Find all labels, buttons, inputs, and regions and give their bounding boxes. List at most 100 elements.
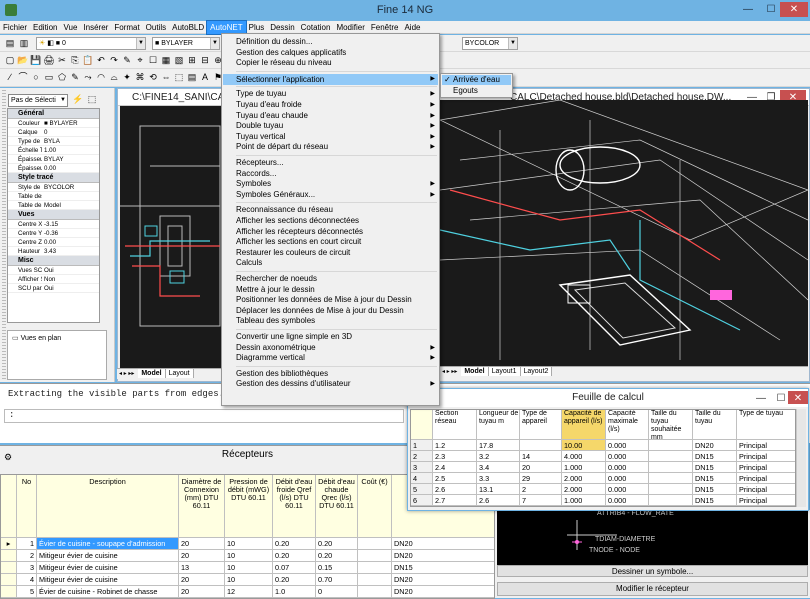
command-input[interactable]: : bbox=[4, 409, 404, 423]
tool-icon[interactable]: 📂 bbox=[17, 54, 29, 66]
property-row[interactable]: Vues SCU...Oui bbox=[8, 266, 99, 275]
tab-nav-icon[interactable]: ◂ ▸ ▸▸ bbox=[117, 371, 136, 377]
sheet-close-button[interactable]: ✕ bbox=[788, 391, 808, 404]
tool-icon[interactable]: ☐ bbox=[147, 54, 159, 66]
property-row[interactable]: Table de...Model bbox=[8, 201, 99, 210]
close-button[interactable]: ✕ bbox=[780, 2, 808, 17]
table-cell[interactable]: 2.3 bbox=[433, 451, 477, 462]
tool-icon[interactable]: 🖨 bbox=[43, 54, 55, 66]
model-3d-canvas[interactable] bbox=[438, 99, 809, 366]
autonet-item[interactable]: Point de départ du réseau bbox=[236, 142, 328, 152]
table-cell[interactable]: 20 bbox=[179, 550, 225, 562]
tool-icon[interactable]: ⌖ bbox=[134, 54, 146, 66]
table-cell[interactable] bbox=[649, 484, 693, 495]
menu-autobld[interactable]: AutoBLD bbox=[169, 21, 207, 34]
table-cell[interactable]: Évier de cuisine - soupape d'admission bbox=[37, 538, 179, 550]
table-cell[interactable] bbox=[358, 586, 392, 598]
draw-tool-icon[interactable]: ⬚ bbox=[173, 71, 185, 83]
table-cell[interactable]: 2.4 bbox=[433, 462, 477, 473]
table-cell[interactable] bbox=[520, 440, 562, 451]
autonet-item[interactable]: Reconnaissance du réseau bbox=[236, 205, 333, 215]
table-cell[interactable]: 20 bbox=[179, 586, 225, 598]
table-cell[interactable] bbox=[649, 451, 693, 462]
autonet-item[interactable]: Dessin axonométrique bbox=[236, 343, 316, 353]
table-cell[interactable]: 0.70 bbox=[316, 574, 358, 586]
linetype-combo[interactable]: ■ BYLAYER ▼ bbox=[152, 37, 220, 50]
draw-tool-icon[interactable]: ○ bbox=[30, 71, 42, 83]
column-header[interactable]: No bbox=[17, 475, 37, 538]
draw-tool-icon[interactable]: ✦ bbox=[121, 71, 133, 83]
color-combo[interactable]: BYCOLOR ▼ bbox=[462, 37, 518, 50]
table-cell[interactable]: DN20 bbox=[693, 440, 737, 451]
table-cell[interactable]: 0.000 bbox=[606, 451, 649, 462]
property-row[interactable]: Centre Y -0.36 bbox=[8, 229, 99, 238]
tool-icon[interactable]: ▧ bbox=[173, 54, 185, 66]
column-header[interactable]: Type de tuyau bbox=[737, 410, 795, 440]
table-cell[interactable]: 1.0 bbox=[273, 586, 316, 598]
property-row[interactable]: Hauteur 3.43 bbox=[8, 247, 99, 256]
table-cell[interactable]: 5 bbox=[17, 586, 37, 598]
table-cell[interactable] bbox=[649, 473, 693, 484]
table-cell[interactable]: Principal bbox=[737, 440, 795, 451]
row-selector[interactable] bbox=[1, 574, 17, 586]
table-cell[interactable]: 0.15 bbox=[316, 562, 358, 574]
table-cell[interactable]: 13.1 bbox=[477, 484, 520, 495]
table-cell[interactable]: DN15 bbox=[693, 451, 737, 462]
table-cell[interactable]: 2 bbox=[520, 484, 562, 495]
tab-model-right[interactable]: Model bbox=[461, 367, 489, 376]
column-header[interactable]: Débit d'eau froide Qref (l/s) DTU 60.11 bbox=[273, 475, 316, 538]
select-objects-icon[interactable]: ⬚ bbox=[86, 94, 98, 106]
draw-tool-icon[interactable]: ⟲ bbox=[147, 71, 159, 83]
tool-icon[interactable]: ⎘ bbox=[69, 54, 81, 66]
table-cell[interactable]: Principal bbox=[737, 495, 795, 506]
table-cell[interactable] bbox=[358, 574, 392, 586]
tool-icon[interactable]: ✂ bbox=[56, 54, 68, 66]
table-cell[interactable]: 20 bbox=[179, 538, 225, 550]
draw-tool-icon[interactable]: ⌓ bbox=[108, 71, 120, 83]
property-row[interactable]: Type de li...BYLA bbox=[8, 137, 99, 146]
table-cell[interactable]: 2.000 bbox=[562, 473, 606, 484]
table-cell[interactable]: DN20 bbox=[392, 538, 494, 550]
table-cell[interactable]: 10.00 bbox=[562, 440, 606, 451]
draw-symbol-button[interactable]: Dessiner un symbole... bbox=[497, 565, 808, 577]
table-cell[interactable]: 13 bbox=[179, 562, 225, 574]
table-cell[interactable]: 3.4 bbox=[477, 462, 520, 473]
quick-select-icon[interactable]: ⚡ bbox=[72, 94, 84, 106]
tool-icon[interactable]: ↶ bbox=[95, 54, 107, 66]
table-cell[interactable]: 0.20 bbox=[273, 550, 316, 562]
table-cell[interactable]: 2.6 bbox=[433, 484, 477, 495]
autonet-item[interactable]: Restaurer les couleurs de circuit bbox=[236, 248, 350, 258]
autonet-item[interactable]: Copier le réseau du niveau bbox=[236, 58, 332, 68]
tab-model-left[interactable]: Model bbox=[138, 369, 166, 378]
row-selector[interactable] bbox=[1, 562, 17, 574]
property-row[interactable]: Style de tr...BYCOLOR bbox=[8, 183, 99, 192]
menu-vue[interactable]: Vue bbox=[60, 21, 80, 34]
property-group-header[interactable]: Vues bbox=[8, 210, 99, 220]
autonet-item[interactable]: Afficher les sections en court circuit bbox=[236, 237, 361, 247]
autonet-item[interactable]: Sélectionner l'application bbox=[223, 73, 438, 85]
table-cell[interactable]: DN20 bbox=[392, 550, 494, 562]
submenu-item-egouts[interactable]: Egouts bbox=[453, 86, 478, 96]
table-cell[interactable]: 0.000 bbox=[606, 440, 649, 451]
table-cell[interactable]: 4 bbox=[17, 574, 37, 586]
tab-layout2[interactable]: Layout2 bbox=[520, 367, 553, 376]
layers-icon[interactable]: ▤ bbox=[4, 37, 16, 49]
tool-icon[interactable]: 📋 bbox=[82, 54, 94, 66]
table-cell[interactable]: Principal bbox=[737, 473, 795, 484]
table-cell[interactable]: 0.000 bbox=[606, 484, 649, 495]
table-cell[interactable]: 3 bbox=[17, 562, 37, 574]
property-row[interactable]: SCU par...Oui bbox=[8, 284, 99, 293]
table-cell[interactable]: DN20 bbox=[392, 574, 494, 586]
autonet-item[interactable]: Symboles bbox=[236, 179, 271, 189]
tool-icon[interactable]: 💾 bbox=[30, 54, 42, 66]
table-cell[interactable]: 10 bbox=[225, 550, 273, 562]
autonet-item[interactable]: Gestion des calques applicatifs bbox=[236, 48, 346, 58]
table-cell[interactable]: 7 bbox=[520, 495, 562, 506]
tool-icon[interactable]: ↷ bbox=[108, 54, 120, 66]
table-cell[interactable]: 12 bbox=[225, 586, 273, 598]
table-cell[interactable]: 3.3 bbox=[477, 473, 520, 484]
table-cell[interactable] bbox=[649, 462, 693, 473]
table-cell[interactable]: 1.2 bbox=[433, 440, 477, 451]
pin-icon[interactable]: ⚙ bbox=[4, 452, 12, 463]
plan-canvas[interactable] bbox=[120, 106, 221, 368]
